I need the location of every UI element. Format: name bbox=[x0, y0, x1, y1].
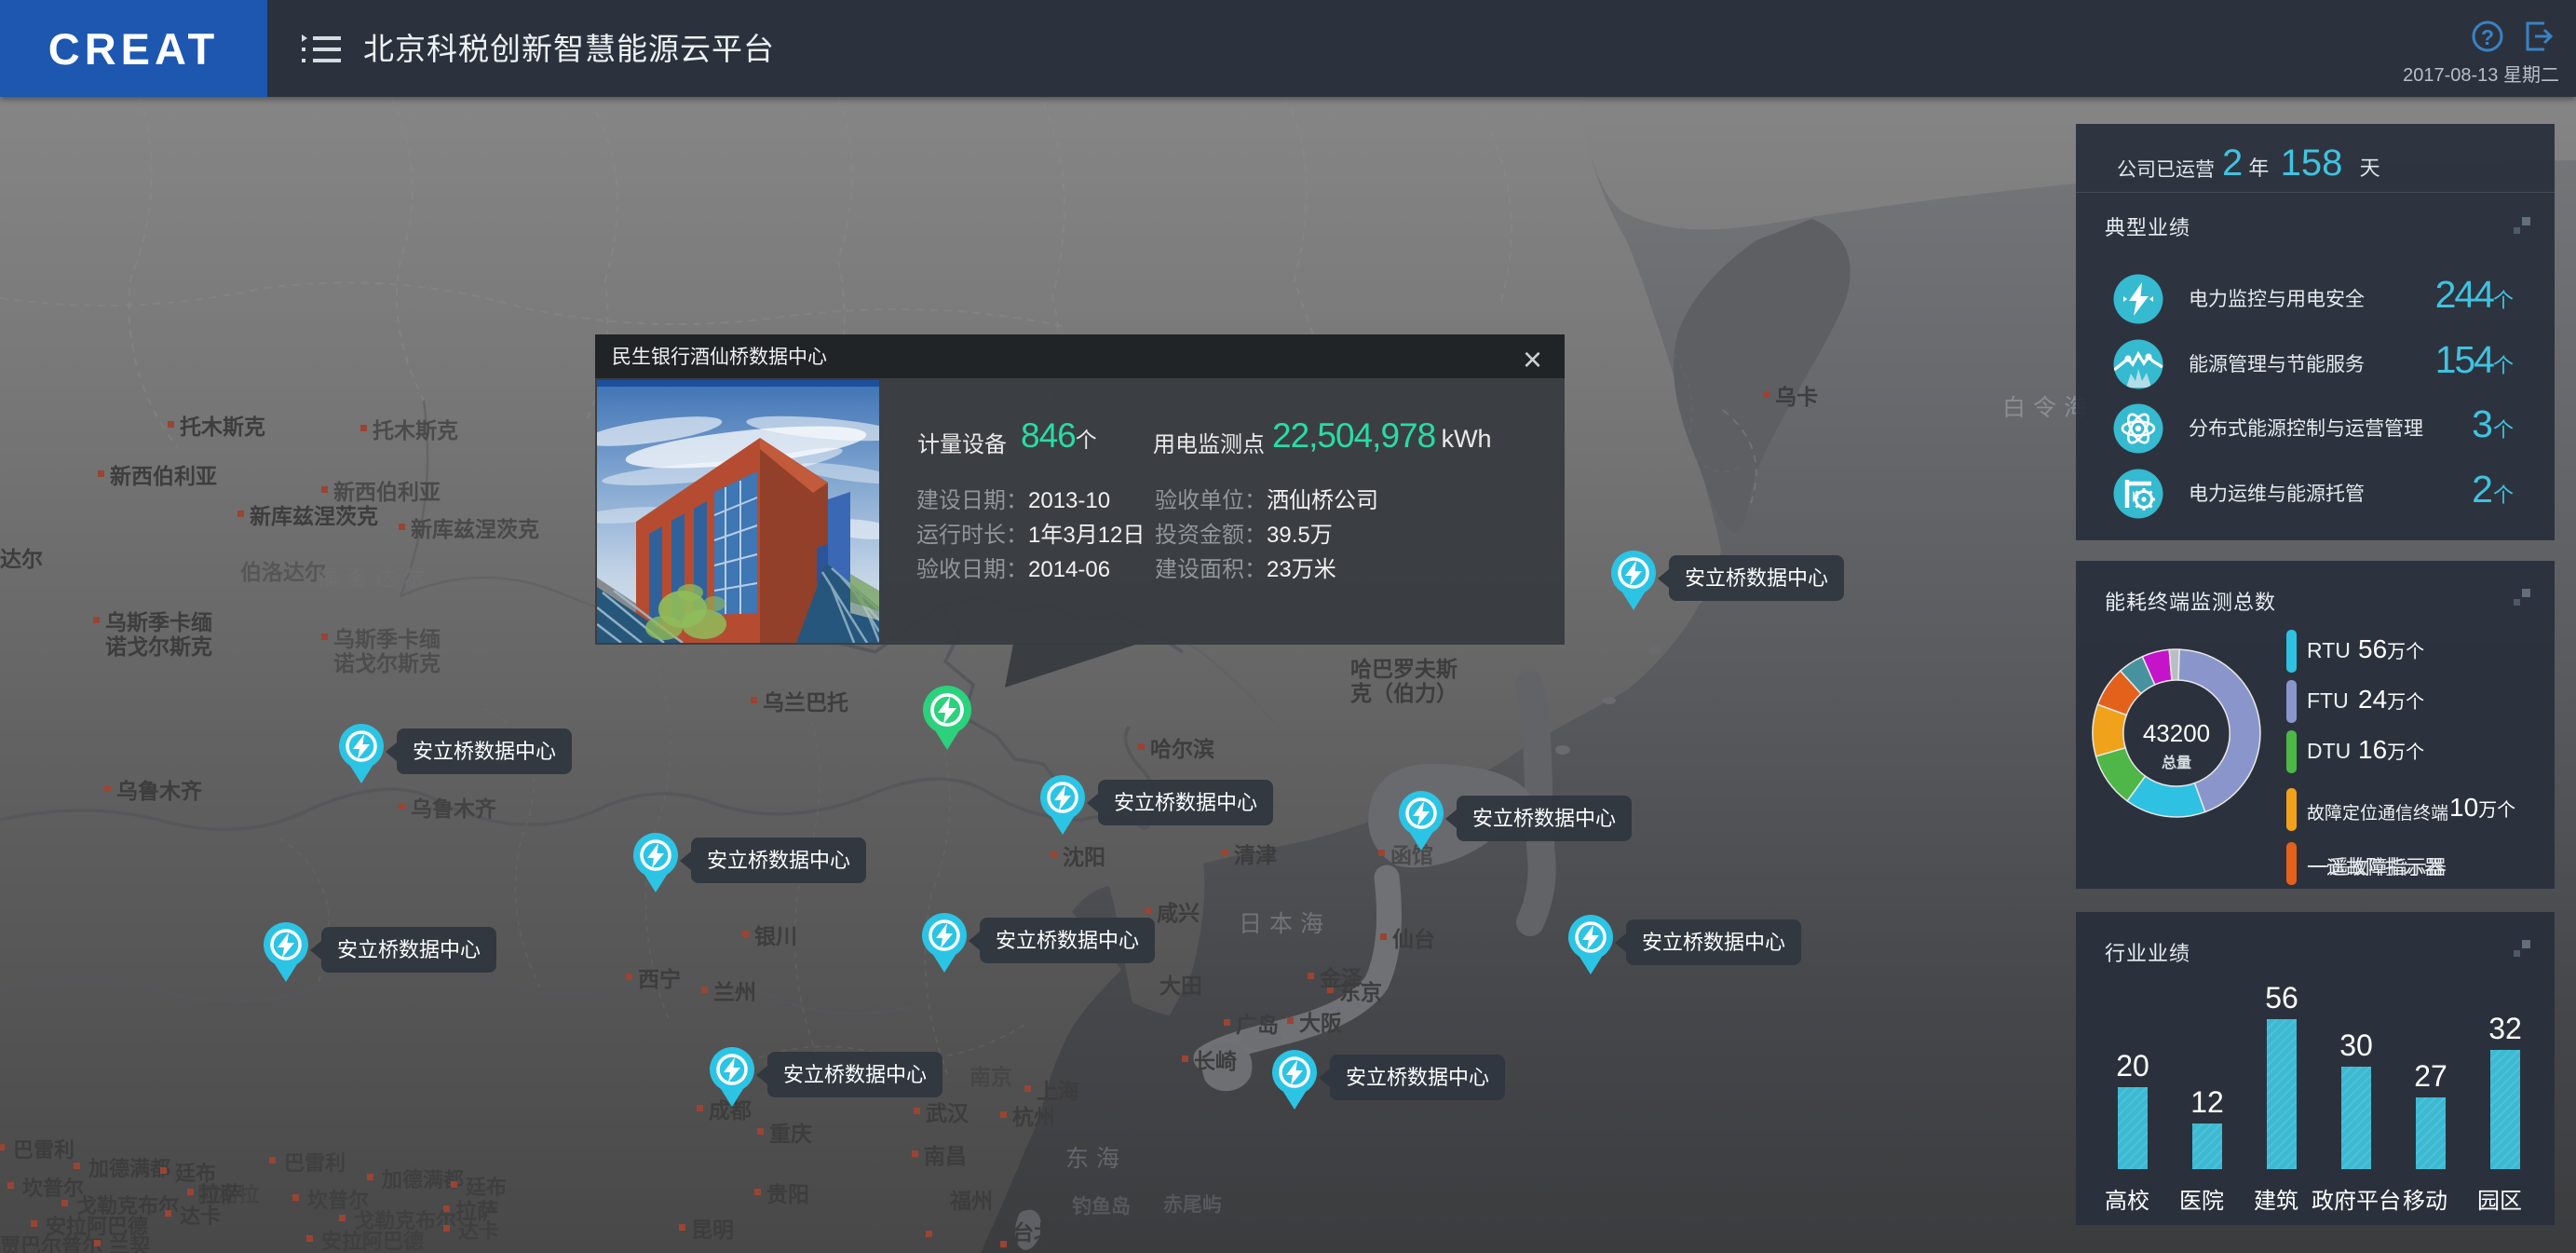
svg-text:乌斯季卡缅: 乌斯季卡缅 bbox=[333, 627, 441, 651]
svg-text:重庆: 重庆 bbox=[769, 1122, 812, 1146]
svg-text:贵阳: 贵阳 bbox=[766, 1182, 809, 1206]
svg-text:托木斯克: 托木斯克 bbox=[180, 415, 265, 439]
svg-text:新库兹涅茨克: 新库兹涅茨克 bbox=[411, 517, 539, 541]
svg-text:武汉: 武汉 bbox=[926, 1101, 969, 1125]
svg-text:乌鲁木齐: 乌鲁木齐 bbox=[116, 779, 203, 803]
svg-text:杭州: 杭州 bbox=[1012, 1105, 1055, 1129]
svg-text:加德满都: 加德满都 bbox=[381, 1168, 464, 1192]
svg-text:南昌: 南昌 bbox=[924, 1144, 967, 1168]
svg-text:银川: 银川 bbox=[754, 924, 797, 948]
svg-text:大阪: 大阪 bbox=[1299, 1011, 1342, 1035]
svg-text:廷布: 廷布 bbox=[465, 1176, 507, 1199]
svg-text:福州: 福州 bbox=[949, 1189, 993, 1213]
svg-text:钓鱼岛: 钓鱼岛 bbox=[1072, 1195, 1131, 1218]
svg-text:达卡: 达卡 bbox=[458, 1219, 499, 1243]
svg-text:东京: 东京 bbox=[1339, 980, 1382, 1004]
svg-text:哈巴罗夫斯: 哈巴罗夫斯 bbox=[1350, 657, 1457, 681]
svg-text:阿格拉: 阿格拉 bbox=[197, 1183, 259, 1206]
svg-text:托木斯克: 托木斯克 bbox=[373, 418, 458, 443]
svg-text:台北: 台北 bbox=[1012, 1220, 1055, 1245]
svg-text:新西伯利亚: 新西伯利亚 bbox=[110, 464, 217, 488]
svg-text:加德满都: 加德满都 bbox=[88, 1157, 170, 1180]
svg-text:昆明: 昆明 bbox=[691, 1218, 734, 1242]
svg-text:巴雷利: 巴雷利 bbox=[13, 1138, 75, 1162]
svg-text:乌卡: 乌卡 bbox=[1775, 385, 1818, 409]
svg-text:长崎: 长崎 bbox=[1194, 1049, 1237, 1073]
svg-text:坎普尔: 坎普尔 bbox=[22, 1177, 84, 1200]
svg-text:克（伯力）: 克（伯力） bbox=[1350, 681, 1457, 705]
svg-text:43200: 43200 bbox=[2143, 719, 2210, 747]
svg-text:巴雷利: 巴雷利 bbox=[284, 1151, 346, 1175]
svg-text:兰契: 兰契 bbox=[109, 1234, 151, 1253]
svg-text:大田: 大田 bbox=[1159, 974, 1202, 998]
svg-text:东海: 东海 bbox=[1065, 1146, 1127, 1172]
svg-text:西宁: 西宁 bbox=[638, 967, 681, 991]
svg-text:兰州: 兰州 bbox=[713, 980, 756, 1004]
svg-text:达尔: 达尔 bbox=[0, 547, 43, 571]
svg-text:哈尔滨: 哈尔滨 bbox=[1150, 737, 1214, 761]
svg-text:新库兹涅茨克: 新库兹涅茨克 bbox=[250, 504, 378, 528]
svg-text:达卡: 达卡 bbox=[180, 1205, 221, 1228]
svg-text:乌兰巴托: 乌兰巴托 bbox=[763, 690, 848, 715]
svg-text:沈阳: 沈阳 bbox=[1063, 845, 1105, 869]
svg-text:福洛达尔: 福洛达尔 bbox=[317, 565, 432, 590]
svg-text:?: ? bbox=[2481, 25, 2494, 49]
svg-text:总量: 总量 bbox=[2162, 754, 2191, 771]
svg-text:上海: 上海 bbox=[1037, 1079, 1079, 1103]
svg-text:日本海: 日本海 bbox=[1239, 911, 1331, 937]
svg-text:广岛: 广岛 bbox=[1236, 1013, 1279, 1037]
svg-text:新西伯利亚: 新西伯利亚 bbox=[333, 480, 441, 504]
svg-text:诺戈尔斯克: 诺戈尔斯克 bbox=[333, 651, 441, 675]
svg-text:廷布: 廷布 bbox=[174, 1162, 216, 1185]
svg-text:南京: 南京 bbox=[969, 1065, 1012, 1089]
svg-text:清津: 清津 bbox=[1234, 843, 1277, 867]
svg-text:诺戈尔斯克: 诺戈尔斯克 bbox=[105, 634, 212, 659]
svg-text:乌斯季卡缅: 乌斯季卡缅 bbox=[105, 610, 212, 634]
svg-text:安拉阿巴德: 安拉阿巴德 bbox=[321, 1230, 424, 1253]
svg-text:咸兴: 咸兴 bbox=[1157, 901, 1200, 925]
svg-text:赤尾屿: 赤尾屿 bbox=[1163, 1194, 1222, 1216]
svg-text:贾巴尔普尔: 贾巴尔普尔 bbox=[0, 1234, 102, 1253]
svg-text:伯洛达尔: 伯洛达尔 bbox=[240, 560, 326, 584]
svg-text:仙台: 仙台 bbox=[1392, 927, 1435, 951]
svg-text:乌鲁木齐: 乌鲁木齐 bbox=[411, 797, 497, 821]
